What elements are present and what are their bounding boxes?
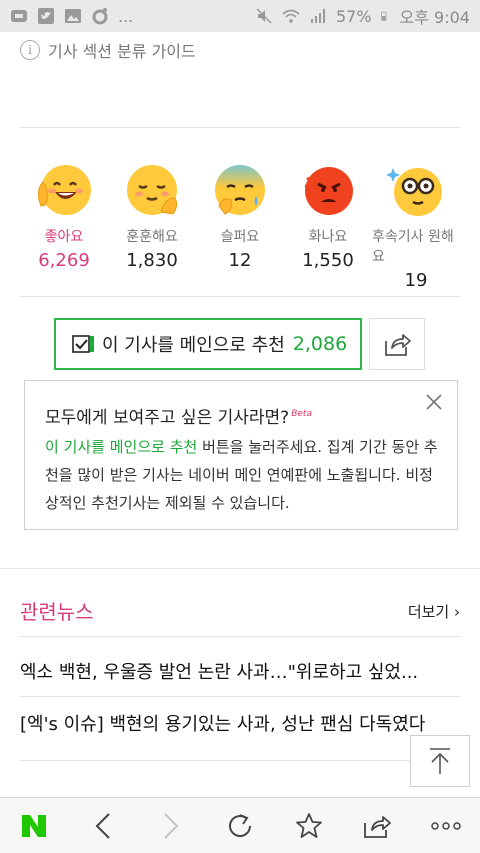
more-label: 더보기 — [407, 603, 450, 621]
forward-button[interactable] — [148, 803, 194, 849]
info-box-title: 모두에게 보여주고 싶은 기사라면? Beta — [45, 403, 312, 428]
info-box-highlight: 이 기사를 메인으로 추천 — [45, 438, 198, 456]
bottom-navigation — [0, 797, 480, 853]
camera-icon — [92, 8, 108, 25]
reaction-label: 후속기사 원해요 — [372, 229, 454, 265]
divider — [20, 636, 460, 637]
share-button[interactable] — [369, 318, 425, 370]
reaction-label: 슬퍼요 — [220, 229, 260, 245]
related-news-item[interactable]: 엑소 백현, 우울증 발언 논란 사과…"위로하고 싶었... — [20, 658, 460, 684]
wifi-icon — [282, 9, 300, 23]
forward-icon — [164, 812, 179, 839]
reaction-count: 12 — [228, 250, 252, 271]
status-bar: ... 57% 오후 9:04 — [0, 0, 480, 32]
stick-icon — [11, 10, 27, 22]
naver-home-button[interactable] — [11, 803, 57, 849]
reaction-label: 훈훈해요 — [126, 229, 178, 245]
angry-face-icon — [304, 167, 353, 215]
twitter-icon — [38, 8, 54, 24]
section-divider — [0, 568, 480, 569]
refresh-button[interactable] — [217, 803, 263, 849]
divider — [20, 296, 460, 297]
reaction-count: 1,550 — [302, 250, 354, 271]
status-ellipsis: ... — [118, 6, 134, 26]
reaction-count: 6,269 — [38, 250, 90, 271]
sad-face-icon — [215, 165, 265, 215]
image-icon — [65, 9, 81, 23]
reaction-want-followup[interactable]: 후속기사 원해요 19 — [372, 160, 460, 291]
reaction-like[interactable]: 좋아요 6,269 — [20, 160, 108, 291]
arrow-up-icon — [430, 748, 450, 774]
more-link[interactable]: 더보기 › — [408, 601, 460, 622]
battery-icon — [380, 11, 386, 21]
reaction-warm[interactable]: 훈훈해요 1,830 — [108, 160, 196, 291]
refresh-icon — [229, 813, 251, 837]
reaction-count: 19 — [404, 270, 428, 291]
signal-icon — [310, 9, 325, 23]
share-icon — [364, 815, 391, 838]
warm-face-icon — [127, 165, 178, 215]
reaction-count: 1,830 — [126, 250, 178, 271]
bookmark-icon — [295, 812, 322, 838]
more-menu-button[interactable] — [423, 803, 469, 849]
divider — [20, 760, 460, 761]
recommend-label: 이 기사를 메인으로 추천 — [102, 335, 285, 356]
reaction-sad[interactable]: 슬퍼요 12 — [196, 160, 284, 291]
reaction-bar: 좋아요 6,269 훈훈해요 1,830 슬퍼요 12 화나요 1,550 후속… — [20, 160, 460, 291]
glasses-face-icon — [386, 168, 442, 216]
guide-label: 기사 섹션 분류 가이드 — [48, 42, 196, 61]
reaction-label: 화나요 — [308, 229, 348, 245]
divider — [20, 127, 460, 128]
mute-icon — [256, 8, 272, 24]
scroll-top-button[interactable] — [410, 735, 470, 787]
share-page-button[interactable] — [354, 803, 400, 849]
info-icon: i — [20, 40, 40, 60]
battery-percent: 57% — [335, 6, 372, 26]
close-icon[interactable] — [425, 393, 443, 411]
info-box-body: 이 기사를 메인으로 추천 버튼을 눌러주세요. 집계 기간 동안 추천을 많이… — [45, 433, 440, 517]
beta-badge: Beta — [291, 409, 312, 420]
back-button[interactable] — [80, 803, 126, 849]
recommend-check-icon — [72, 335, 94, 353]
recommend-count: 2,086 — [292, 333, 348, 355]
recommend-info-box: 모두에게 보여주고 싶은 기사라면? Beta 이 기사를 메인으로 추천 버튼을… — [24, 380, 458, 530]
naver-home-icon — [22, 814, 47, 837]
reaction-angry[interactable]: 화나요 1,550 — [284, 160, 372, 291]
bookmark-button[interactable] — [286, 803, 332, 849]
divider — [20, 696, 460, 697]
related-news-item[interactable]: [엑's 이슈] 백현의 용기있는 사과, 성난 팬심 다독였다 — [20, 710, 460, 736]
more-icon — [430, 821, 461, 830]
section-guide-link[interactable]: i 기사 섹션 분류 가이드 — [20, 38, 196, 62]
chevron-right-icon: › — [454, 603, 460, 621]
info-box-title-text: 모두에게 보여주고 싶은 기사라면? — [45, 408, 290, 428]
status-time: 오후 9:04 — [399, 8, 470, 27]
related-news-title: 관련뉴스 — [20, 600, 94, 624]
back-icon — [95, 812, 110, 839]
share-icon — [385, 334, 411, 356]
reaction-label: 좋아요 — [44, 229, 84, 245]
recommend-to-main-button[interactable]: 이 기사를 메인으로 추천 2,086 — [54, 318, 362, 370]
like-face-icon — [38, 165, 91, 215]
